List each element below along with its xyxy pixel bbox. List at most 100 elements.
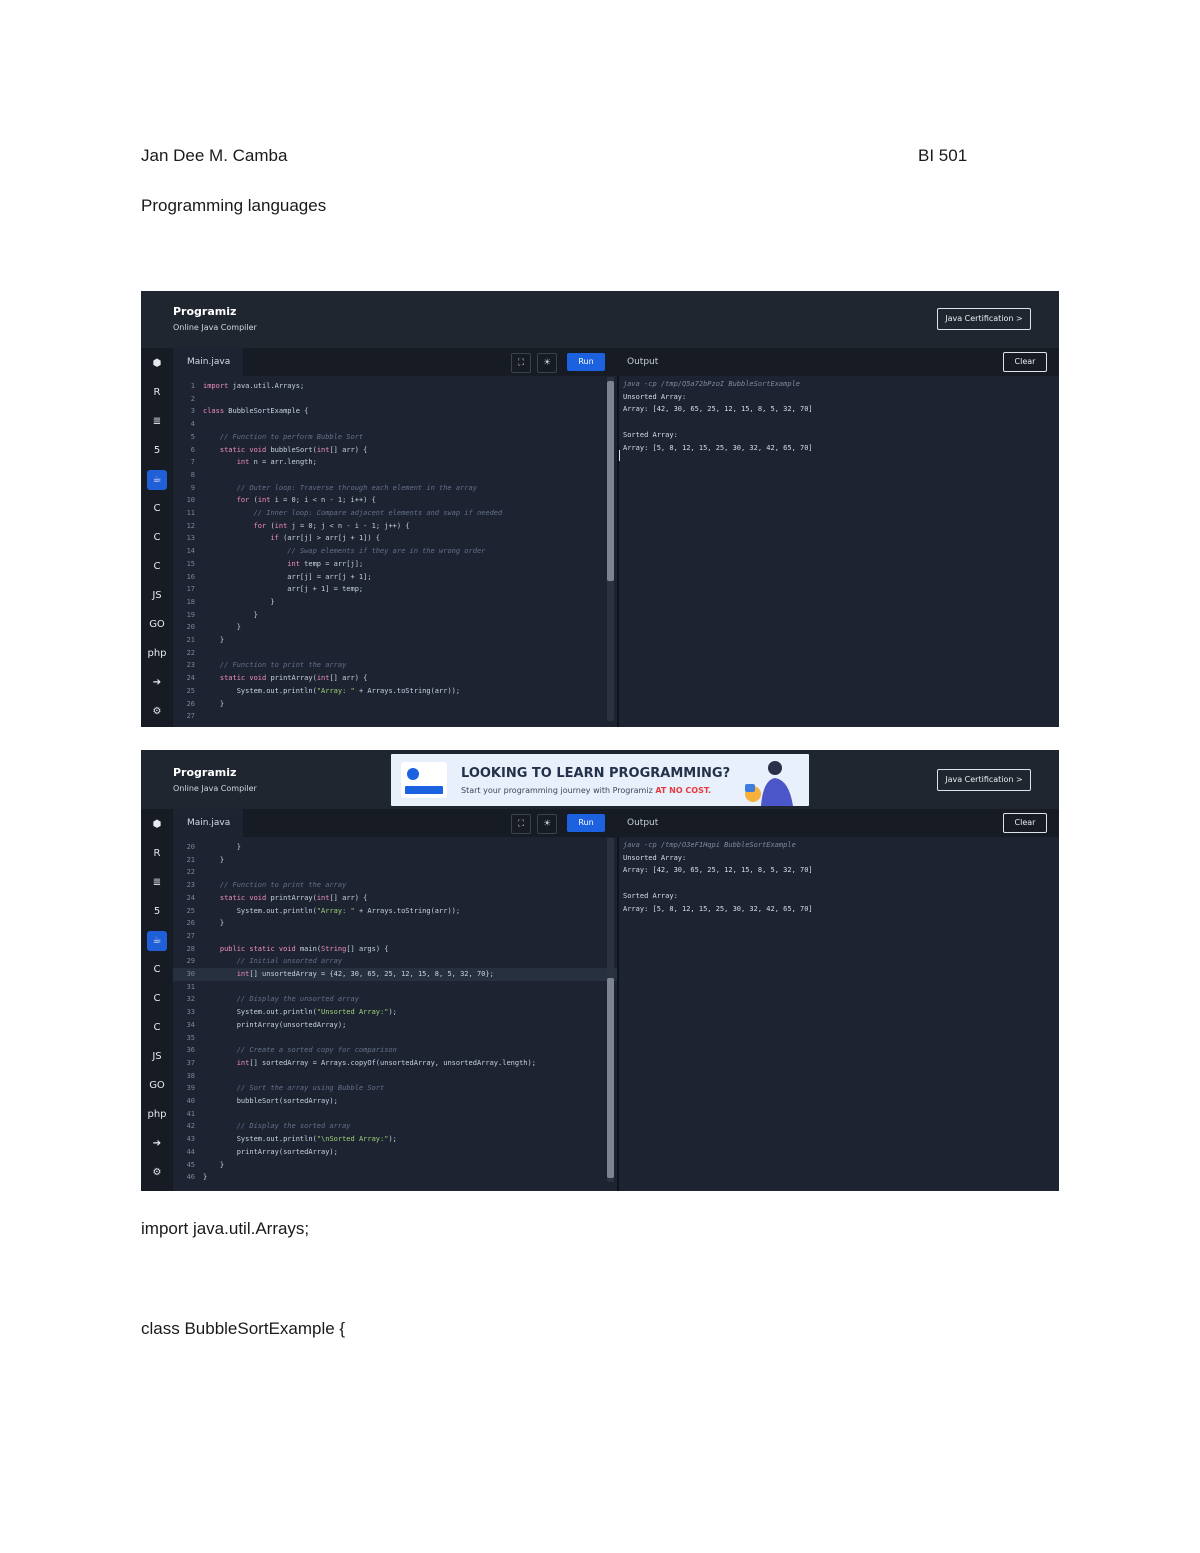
code-line[interactable]: 27 <box>173 930 617 943</box>
code-line[interactable]: 46} <box>173 1171 617 1184</box>
go-icon[interactable]: GO <box>147 615 167 635</box>
code-line[interactable]: 45 } <box>173 1159 617 1172</box>
code-line[interactable]: 8 <box>173 469 617 482</box>
code-line[interactable]: 4 <box>173 418 617 431</box>
sql-icon[interactable]: ≣ <box>147 873 167 893</box>
code-line[interactable]: 41 <box>173 1108 617 1121</box>
r-icon[interactable]: R <box>147 844 167 864</box>
code-line[interactable]: 40 bubbleSort(sortedArray); <box>173 1095 617 1108</box>
programiz-logo[interactable]: Programiz <box>173 305 236 318</box>
csharp-icon[interactable]: C <box>147 1018 167 1038</box>
code-line[interactable]: 12 for (int j = 0; j < n - i - 1; j++) { <box>173 520 617 533</box>
code-line[interactable]: 25 System.out.println("Array: " + Arrays… <box>173 905 617 918</box>
cpp-icon[interactable]: C <box>147 989 167 1009</box>
code-editor[interactable]: 1 import java.util.Arrays; 2 3 class BubbleS… <box>173 376 617 727</box>
code-line[interactable]: 39 // Sort the array using Bubble Sort <box>173 1082 617 1095</box>
code-line[interactable]: 43 System.out.println("\nSorted Array:")… <box>173 1133 617 1146</box>
code-line[interactable]: 26 } <box>173 698 617 711</box>
code-line[interactable]: 42 // Display the sorted array <box>173 1120 617 1133</box>
sql-icon[interactable]: ≣ <box>147 412 167 432</box>
code-line[interactable]: 38 <box>173 1070 617 1083</box>
code-editor[interactable]: 20 } 21 } 22 23 // Function to print the ar… <box>173 837 617 1191</box>
code-line[interactable]: 15 int temp = arr[j]; <box>173 558 617 571</box>
code-line[interactable]: 7 int n = arr.length; <box>173 456 617 469</box>
code-line[interactable]: 16 arr[j] = arr[j + 1]; <box>173 571 617 584</box>
code-line[interactable]: 6 static void bubbleSort(int[] arr) { <box>173 444 617 457</box>
code-line[interactable]: 3 class BubbleSortExample { <box>173 405 617 418</box>
php-icon[interactable]: php <box>147 644 167 664</box>
fullscreen-icon[interactable]: ⛶ <box>511 353 531 373</box>
editor-scrollbar-thumb[interactable] <box>607 978 614 1178</box>
code-line[interactable]: 25 System.out.println("Array: " + Arrays… <box>173 685 617 698</box>
html-icon[interactable]: 5 <box>147 902 167 922</box>
code-line[interactable]: 24 static void printArray(int[] arr) { <box>173 892 617 905</box>
code-line[interactable]: 30 int[] unsortedArray = {42, 30, 65, 25… <box>173 968 617 981</box>
java-certification-button[interactable]: Java Certification > <box>937 308 1031 330</box>
clear-button[interactable]: Clear <box>1003 813 1047 833</box>
r-icon[interactable]: R <box>147 383 167 403</box>
js-icon[interactable]: JS <box>147 1047 167 1067</box>
rust-icon[interactable]: ⚙ <box>147 1163 167 1183</box>
code-line[interactable]: 23 // Function to print the array <box>173 659 617 672</box>
code-line[interactable]: 37 int[] sortedArray = Arrays.copyOf(uns… <box>173 1057 617 1070</box>
code-line[interactable]: 21 } <box>173 634 617 647</box>
code-line[interactable]: 27 <box>173 710 617 723</box>
csharp-icon[interactable]: C <box>147 557 167 577</box>
code-line[interactable]: 2 <box>173 393 617 406</box>
code-line[interactable]: 24 static void printArray(int[] arr) { <box>173 672 617 685</box>
cpp-icon[interactable]: C <box>147 528 167 548</box>
java-icon[interactable]: ☕ <box>147 470 167 490</box>
fullscreen-icon[interactable]: ⛶ <box>511 814 531 834</box>
theme-toggle-icon[interactable]: ☀ <box>537 353 557 373</box>
rust-icon[interactable]: ⚙ <box>147 702 167 722</box>
code-line[interactable]: 10 for (int i = 0; i < n - 1; i++) { <box>173 494 617 507</box>
clear-button[interactable]: Clear <box>1003 352 1047 372</box>
programiz-logo[interactable]: Programiz <box>173 766 236 779</box>
python-icon[interactable]: ⬢ <box>147 354 167 374</box>
code-line[interactable]: 26 } <box>173 917 617 930</box>
code-line[interactable]: 23 // Function to print the array <box>173 879 617 892</box>
code-line[interactable]: 32 // Display the unsorted array <box>173 993 617 1006</box>
code-line[interactable]: 22 <box>173 647 617 660</box>
code-text: } <box>203 919 225 928</box>
python-icon[interactable]: ⬢ <box>147 815 167 835</box>
code-line[interactable]: 31 <box>173 981 617 994</box>
c-icon[interactable]: C <box>147 960 167 980</box>
code-line[interactable]: 20 } <box>173 621 617 634</box>
code-line[interactable]: 18 } <box>173 596 617 609</box>
code-line[interactable]: 22 <box>173 866 617 879</box>
run-button[interactable]: Run <box>567 353 605 371</box>
code-line[interactable]: 20 } <box>173 841 617 854</box>
code-line[interactable]: 19 } <box>173 609 617 622</box>
go-icon[interactable]: GO <box>147 1076 167 1096</box>
c-icon[interactable]: C <box>147 499 167 519</box>
code-line[interactable]: 13 if (arr[j] > arr[j + 1]) { <box>173 532 617 545</box>
code-line[interactable]: 17 arr[j + 1] = temp; <box>173 583 617 596</box>
php-icon[interactable]: php <box>147 1105 167 1125</box>
swift-icon[interactable]: ➔ <box>147 673 167 693</box>
java-certification-button[interactable]: Java Certification > <box>937 769 1031 791</box>
code-line[interactable]: 5 // Function to perform Bubble Sort <box>173 431 617 444</box>
code-line[interactable]: 36 // Create a sorted copy for compariso… <box>173 1044 617 1057</box>
html-icon[interactable]: 5 <box>147 441 167 461</box>
code-line[interactable]: 33 System.out.println("Unsorted Array:")… <box>173 1006 617 1019</box>
code-line[interactable]: 1 import java.util.Arrays; <box>173 380 617 393</box>
theme-toggle-icon[interactable]: ☀ <box>537 814 557 834</box>
code-line[interactable]: 28 public static void main(String[] args… <box>173 943 617 956</box>
code-line[interactable]: 29 // Initial unsorted array <box>173 955 617 968</box>
code-line[interactable]: 44 printArray(sortedArray); <box>173 1146 617 1159</box>
file-tab-main-java[interactable]: Main.java <box>173 809 243 837</box>
ad-banner[interactable]: LOOKING TO LEARN PROGRAMMING? Start your… <box>391 754 809 806</box>
editor-scrollbar-thumb[interactable] <box>607 381 614 581</box>
code-line[interactable]: 34 printArray(unsortedArray); <box>173 1019 617 1032</box>
js-icon[interactable]: JS <box>147 586 167 606</box>
code-line[interactable]: 11 // Inner loop: Compare adjacent eleme… <box>173 507 617 520</box>
java-icon[interactable]: ☕ <box>147 931 167 951</box>
file-tab-main-java[interactable]: Main.java <box>173 348 243 376</box>
swift-icon[interactable]: ➔ <box>147 1134 167 1154</box>
code-line[interactable]: 35 <box>173 1032 617 1045</box>
run-button[interactable]: Run <box>567 814 605 832</box>
code-line[interactable]: 9 // Outer loop: Traverse through each e… <box>173 482 617 495</box>
code-line[interactable]: 21 } <box>173 854 617 867</box>
code-line[interactable]: 14 // Swap elements if they are in the w… <box>173 545 617 558</box>
